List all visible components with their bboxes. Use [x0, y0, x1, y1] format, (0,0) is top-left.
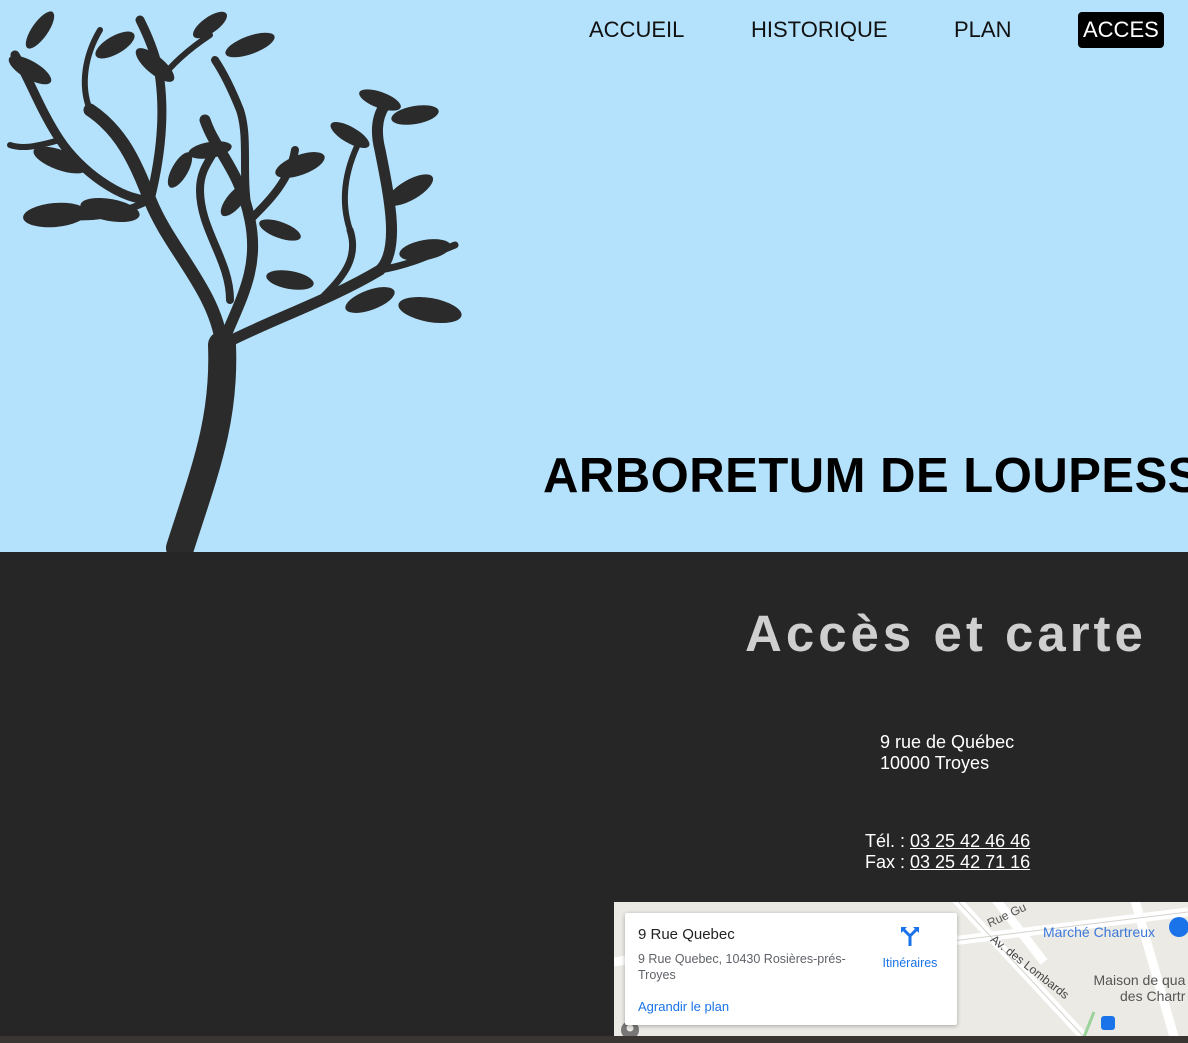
nav-item-accueil[interactable]: ACCUEIL	[589, 12, 684, 48]
fax-link[interactable]: 03 25 42 71 16	[910, 852, 1030, 872]
map-poi-label: Maison de qua des Chartr	[1086, 972, 1186, 1004]
directions-icon	[901, 927, 919, 946]
hero-banner: ACCUEIL HISTORIQUE PLAN ACCES ARBORETUM …	[0, 0, 1188, 552]
embedded-map[interactable]: Rue Gu Av. des Lombards Marché Chartreux…	[614, 902, 1188, 1037]
nav-item-plan[interactable]: PLAN	[954, 12, 1011, 48]
access-section: Accès et carte 9 rue de Québec 10000 Tro…	[0, 552, 1188, 1043]
map-poi-line: Maison de qua	[1093, 972, 1186, 988]
enlarge-map-link[interactable]: Agrandir le plan	[638, 999, 729, 1014]
place-name: 9 Rue Quebec	[638, 926, 735, 943]
directions-button[interactable]: Itinéraires	[875, 925, 945, 970]
nav-item-acces[interactable]: ACCES	[1078, 12, 1164, 48]
site-title: ARBORETUM DE LOUPESS	[543, 449, 1188, 503]
tree-logo	[7, 11, 462, 552]
contact-block: Tél. : 03 25 42 46 46 Fax : 03 25 42 71 …	[865, 831, 1030, 873]
address-street: 9 rue de Québec	[880, 732, 1015, 752]
fax-line: Fax : 03 25 42 71 16	[865, 852, 1030, 873]
phone-label: Tél. :	[865, 831, 911, 851]
address-block: 9 rue de Québec 10000 Troyes	[880, 732, 1014, 774]
address-city: 10000 Troyes	[880, 753, 990, 773]
phone-line: Tél. : 03 25 42 46 46	[865, 831, 1030, 852]
bottom-edge	[0, 1036, 1188, 1043]
map-poi-label: Marché Chartreux	[1043, 924, 1156, 940]
place-address: 9 Rue Quebec, 10430 Rosières-prés-Troyes	[638, 952, 846, 982]
map-place-card: 9 Rue Quebec 9 Rue Quebec, 10430 Rosière…	[625, 913, 957, 1025]
phone-link[interactable]: 03 25 42 46 46	[910, 831, 1030, 851]
nav-item-historique[interactable]: HISTORIQUE	[751, 12, 888, 48]
fax-label: Fax :	[865, 852, 911, 872]
section-title: Accès et carte	[745, 605, 1147, 662]
main-nav: ACCUEIL HISTORIQUE PLAN ACCES	[0, 12, 1188, 52]
map-poi-line: des Chartr	[1120, 988, 1186, 1004]
directions-label: Itinéraires	[882, 956, 938, 970]
